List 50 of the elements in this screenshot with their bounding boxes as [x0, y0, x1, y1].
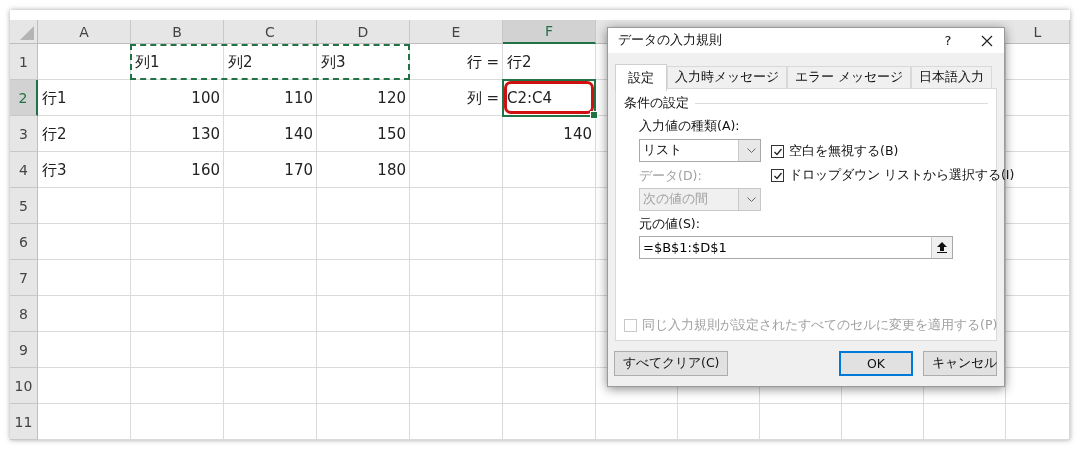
table-cell-text: 110 [283, 88, 314, 109]
row-header[interactable]: 10 [10, 368, 38, 404]
field-label: 入力値の種類(A): [639, 118, 741, 135]
dialog-button[interactable]: すべてクリア(C) [614, 351, 729, 376]
checkbox-label: 同じ入力規則が設定されたすべてのセルに変更を適用する(P) [642, 317, 998, 334]
tab[interactable]: 日本語入力 [911, 66, 992, 88]
table-cell-text: 140 [283, 124, 314, 145]
field-label: 元の値(S): [639, 216, 701, 233]
table-cell-text: 180 [376, 160, 407, 181]
row-header[interactable]: 2 [10, 80, 38, 116]
input-field[interactable]: =$B$1:$D$1 [639, 236, 931, 259]
table-cell-text: 100 [190, 88, 221, 109]
column-header[interactable]: F [503, 20, 596, 44]
table-cell-text: 列1 [134, 51, 161, 73]
row-header[interactable]: 9 [10, 332, 38, 368]
table-cell-text: 170 [283, 160, 314, 181]
table-cell-text: 行2 [41, 123, 68, 145]
dialog-button[interactable]: キャンセル [923, 351, 997, 376]
tab[interactable]: 入力時メッセージ [667, 66, 787, 88]
row-header[interactable]: 11 [10, 404, 38, 440]
table-cell-text: 150 [376, 124, 407, 145]
row-header[interactable]: 7 [10, 260, 38, 296]
table-cell-text: 行3 [41, 159, 68, 181]
row-header[interactable]: 4 [10, 152, 38, 188]
row-header[interactable]: 3 [10, 116, 38, 152]
help-button[interactable]: ? [926, 33, 970, 48]
row-header[interactable]: 5 [10, 188, 38, 224]
field-label: データ(D): [639, 168, 703, 185]
dialog-title: データの入力規則 [618, 32, 723, 49]
dropdown[interactable]: リスト [639, 139, 761, 162]
table-cell-text: C2:C4 [506, 88, 554, 109]
table-cell-text: 行2 [506, 51, 533, 73]
table-cell-text: 160 [190, 160, 221, 181]
dialog-button[interactable]: OK [839, 351, 913, 376]
table-cell-text: 120 [376, 88, 407, 109]
checkbox-label: ドロップダウン リストから選択する(I) [789, 167, 1015, 184]
table-cell-text: 140 [562, 124, 593, 145]
table-cell-text: 列3 [320, 51, 347, 73]
row-header[interactable]: 6 [10, 224, 38, 260]
checkbox-label: 空白を無視する(B) [789, 143, 899, 160]
group-title: 条件の設定 [624, 95, 689, 112]
row-header[interactable]: 1 [10, 44, 38, 80]
tab[interactable]: エラー メッセージ [787, 66, 911, 88]
row-header[interactable]: 8 [10, 296, 38, 332]
table-cell-text: 130 [190, 124, 221, 145]
table-cell-text: 列 = [465, 87, 500, 109]
table-cell-text: 行 = [465, 51, 500, 73]
tab[interactable]: 設定 [615, 64, 667, 91]
table-cell-text: 行1 [41, 87, 68, 109]
table-cell-text: 列2 [227, 51, 254, 73]
